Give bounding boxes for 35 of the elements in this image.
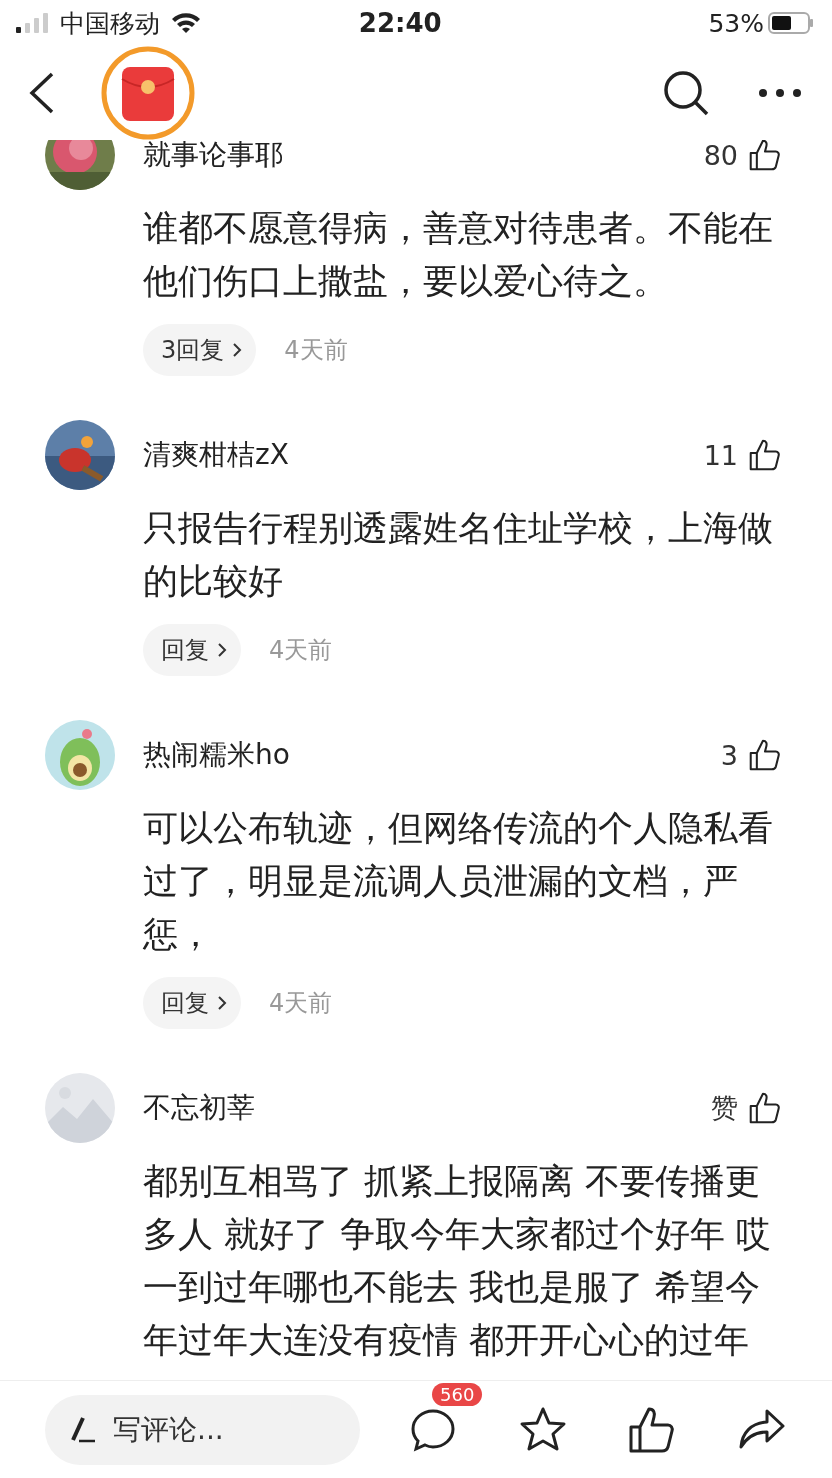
like-count: 11 [703, 439, 738, 471]
author-name[interactable]: 热闹糯米ho [143, 736, 721, 774]
comment-text: 谁都不愿意得病，善意对待患者。不能在他们伤口上撒盐，要以爱心待之。 [143, 207, 774, 303]
author-name[interactable]: 就事论事耶 [143, 140, 704, 174]
thumbs-up-icon[interactable] [748, 140, 782, 172]
chevron-icon [232, 342, 243, 358]
reply-button[interactable]: 回复 [143, 624, 241, 676]
reply-button[interactable]: 回复 [143, 977, 241, 1029]
comment-text: 可以公布轨迹，但网络传流的个人隐私看过了，明显是流调人员泄漏的文档，严惩， [143, 807, 774, 956]
thumbs-up-icon[interactable] [748, 438, 782, 472]
timestamp: 4天前 [269, 988, 333, 1019]
like-count: 80 [703, 140, 738, 171]
author-name[interactable]: 不忘初莘 [143, 1089, 711, 1127]
chevron-icon [217, 642, 227, 658]
thumbs-up-icon[interactable] [748, 1091, 782, 1125]
battery-percentage: 53% [708, 8, 764, 38]
chevron-icon [217, 995, 227, 1011]
thumbs-up-icon[interactable] [748, 738, 782, 772]
battery-icon [768, 12, 814, 34]
carrier-name: 中国移动 [60, 7, 160, 40]
like-count: 赞 [711, 1091, 738, 1125]
wifi-icon [170, 11, 202, 35]
timestamp: 4天前 [284, 335, 348, 366]
search-icon[interactable] [662, 69, 710, 117]
like-count: 3 [720, 739, 738, 771]
comment-field[interactable]: 写评论... [45, 1394, 360, 1465]
author-name[interactable]: 清爽柑桔zX [143, 436, 704, 474]
timestamp: 4天前 [269, 635, 333, 666]
clock: 22:40 [357, 8, 443, 38]
comment-count-badge: 560 [432, 1382, 483, 1406]
reply-button[interactable]: 3回复 [143, 324, 257, 376]
envelope-icon[interactable] [100, 45, 196, 141]
comment-text: 都别互相骂了 抓紧上报隔离 不要传播更多人 就好了 争取今年大家都过个好年 哎一到过年哪也不能去 我也是服了 希望今年过年大连没有疫情 都开开心心的过年 [143, 1160, 773, 1362]
comment-text: 只报告行程别透露姓名住址学校，上海做的比较好 [143, 507, 774, 603]
more-icon[interactable] [758, 87, 802, 99]
